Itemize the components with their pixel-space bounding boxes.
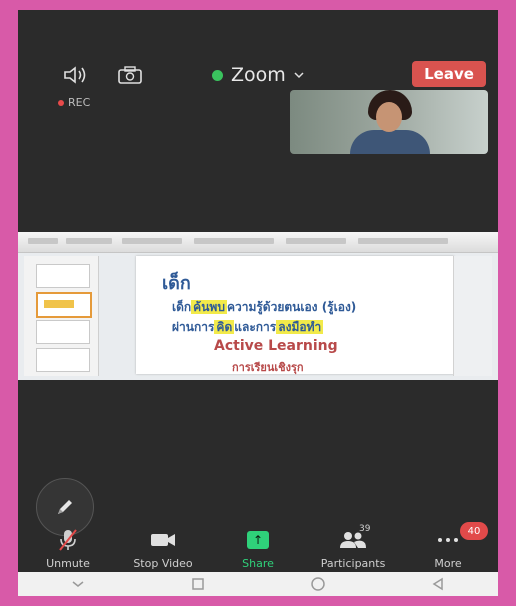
stop-video-button[interactable]: Stop Video: [117, 522, 209, 572]
more-button[interactable]: 40 More: [402, 522, 494, 572]
slide-text: ความรู้ด้วยตนเอง (รู้เอง): [226, 300, 357, 314]
meeting-toolbar: Unmute Stop Video ↑ Share 39 Participant…: [18, 522, 498, 572]
recording-dot: [58, 99, 64, 106]
participants-button[interactable]: 39 Participants: [307, 522, 399, 572]
slide-thumbnail: [36, 320, 90, 344]
slide-thumbnail: [36, 264, 90, 288]
recording-indicator: REC: [58, 96, 90, 109]
share-button[interactable]: ↑ Share: [212, 522, 304, 572]
slide-text: ผ่านการ: [172, 320, 215, 334]
participants-label: Participants: [320, 557, 386, 570]
leave-button[interactable]: Leave: [412, 61, 486, 87]
share-icon-wrap: ↑: [247, 527, 269, 553]
ribbon-element: [358, 238, 448, 244]
secure-status-dot: [212, 69, 223, 81]
phone-screen: Zoom Leave REC เด็ก เด็ก ค้นพบ ความรู้ด้…: [18, 10, 498, 596]
more-icon-wrap: [436, 527, 460, 553]
ribbon-element: [66, 238, 112, 244]
slide-highlight: ลงมือทำ: [276, 320, 324, 334]
participants-count: 39: [359, 524, 371, 534]
nav-recents-button[interactable]: [183, 574, 213, 594]
unmute-button[interactable]: Unmute: [22, 522, 114, 572]
stop-video-label: Stop Video: [133, 557, 193, 570]
unmute-label: Unmute: [46, 557, 90, 570]
camera-flip-icon: [118, 66, 142, 84]
slide-text: และการ: [234, 320, 277, 334]
unmute-icon-wrap: [57, 527, 79, 553]
slide-highlight: ค้นพบ: [191, 300, 227, 314]
slide-line-2: ผ่านการ คิด และการ ลงมือทำ: [172, 318, 324, 337]
ribbon-element: [122, 238, 182, 244]
participant-face: [376, 102, 402, 132]
slide-line-3: Active Learning: [214, 338, 338, 354]
share-label: Share: [242, 557, 274, 570]
slide-text: เด็ก: [172, 300, 192, 314]
more-dots-icon: [438, 538, 458, 542]
slide-line-1: เด็ก ค้นพบ ความรู้ด้วยตนเอง (รู้เอง): [172, 298, 356, 317]
meeting-name: Zoom: [231, 64, 286, 86]
share-arrow-icon: ↑: [247, 531, 269, 549]
more-label: More: [434, 557, 462, 570]
triangle-left-icon: [432, 577, 443, 591]
slide-title: เด็ก: [162, 273, 191, 294]
circle-icon: [311, 577, 325, 591]
slide-thumbnail-active: [36, 292, 92, 318]
nav-back-button[interactable]: [423, 574, 453, 594]
speaker-icon: [64, 66, 86, 84]
video-icon-wrap: [149, 527, 177, 553]
android-nav-bar: [18, 572, 498, 596]
nav-home-button[interactable]: [303, 574, 333, 594]
presentation-side-pane: [453, 256, 492, 376]
audio-button[interactable]: [56, 60, 96, 90]
pencil-icon: [58, 500, 72, 514]
ribbon-element: [28, 238, 58, 244]
slide-line-4: การเรียนเชิงรุก: [232, 361, 304, 374]
presentation-ribbon: [18, 232, 498, 253]
current-slide: เด็ก เด็ก ค้นพบ ความรู้ด้วยตนเอง (รู้เอง) …: [136, 256, 454, 374]
slide-thumbnail: [36, 348, 90, 372]
nav-collapse-button[interactable]: [63, 574, 93, 594]
chevron-down-icon: [294, 72, 304, 79]
switch-camera-button[interactable]: [110, 60, 150, 90]
thumbnail-content: [44, 300, 74, 308]
status-bar: [18, 10, 498, 50]
more-badge: 40: [460, 522, 488, 540]
mic-muted-icon: [59, 529, 77, 551]
video-camera-icon: [151, 534, 175, 546]
slide-thumbnail-pane: [24, 256, 99, 376]
ribbon-element: [286, 238, 346, 244]
participant-figure: [350, 130, 430, 154]
square-icon: [192, 578, 204, 590]
slide-highlight: คิด: [214, 320, 235, 334]
ribbon-element: [194, 238, 274, 244]
shared-screen[interactable]: เด็ก เด็ก ค้นพบ ความรู้ด้วยตนเอง (รู้เอง) …: [18, 232, 498, 380]
chevron-down-icon: [72, 581, 84, 587]
recording-label: REC: [68, 96, 91, 109]
meeting-info-button[interactable]: Zoom: [212, 62, 304, 88]
self-video-thumbnail[interactable]: [290, 90, 488, 154]
